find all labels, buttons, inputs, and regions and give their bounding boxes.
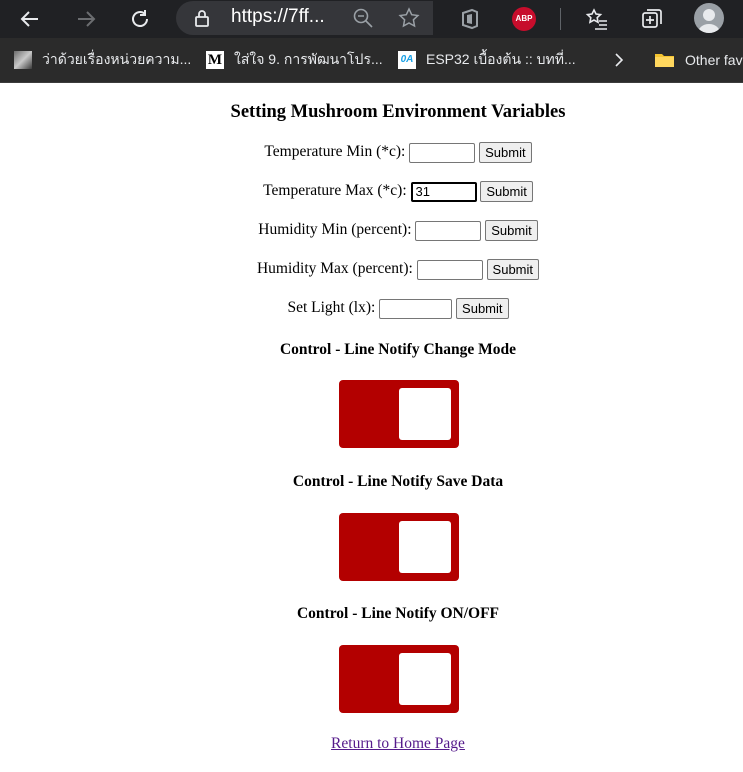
toggle-knob — [399, 521, 451, 573]
medium-logo-icon: M — [206, 51, 224, 69]
humidity-max-input[interactable] — [416, 259, 483, 280]
site-logo-icon: 0A — [398, 51, 416, 69]
humidity-min-row: Humidity Min (percent): Submit — [0, 220, 743, 241]
light-row: Set Light (lx): Submit — [0, 298, 743, 319]
page-title: Setting Mushroom Environment Variables — [230, 102, 566, 122]
toggle-knob — [399, 653, 451, 705]
adblock-icon[interactable]: ABP — [512, 7, 536, 31]
back-icon[interactable] — [14, 3, 46, 35]
collections-icon[interactable] — [636, 3, 668, 35]
bookmark-thumbnail-icon — [14, 51, 32, 69]
humidity-max-submit-button[interactable]: Submit — [486, 259, 540, 280]
notify-on-off-title: Control - Line Notify ON/OFF — [296, 605, 500, 622]
change-mode-toggle-switch[interactable] — [339, 380, 459, 448]
light-submit-button[interactable]: Submit — [456, 298, 509, 319]
temperature-min-row: Temperature Min (*c): Submit — [0, 142, 743, 163]
light-label: Set Light (lx): — [287, 299, 376, 317]
page-content: Setting Mushroom Environment Variables T… — [0, 83, 743, 772]
temperature-min-submit-button[interactable]: Submit — [479, 142, 532, 163]
bookmarks-overflow-chevron-icon[interactable] — [612, 38, 626, 82]
favorite-star-icon[interactable] — [398, 7, 420, 29]
office-extension-icon[interactable] — [454, 3, 486, 35]
change-mode-title: Control - Line Notify Change Mode — [279, 341, 517, 358]
folder-icon — [654, 52, 675, 68]
bookmarks-bar: ว่าด้วยเรื่องหน่วยความ... M ใส่ใจ 9. การ… — [0, 38, 743, 83]
profile-avatar[interactable] — [694, 3, 724, 33]
refresh-icon[interactable] — [124, 3, 156, 35]
zoom-out-icon[interactable] — [352, 7, 374, 29]
toggle-knob — [399, 388, 451, 440]
temperature-min-input[interactable] — [409, 142, 476, 163]
humidity-max-label: Humidity Max (percent): — [256, 260, 413, 278]
browser-toolbar: https://7ff... ABP — [0, 0, 743, 38]
bookmark-item[interactable]: ว่าด้วยเรื่องหน่วยความ... — [14, 38, 191, 82]
toolbar-divider — [560, 8, 561, 30]
temperature-max-submit-button[interactable]: Submit — [480, 181, 533, 202]
humidity-min-input[interactable] — [415, 220, 482, 241]
humidity-max-row: Humidity Max (percent): Submit — [0, 259, 743, 280]
temperature-min-label: Temperature Min (*c): — [264, 143, 406, 161]
address-bar[interactable]: https://7ff... — [176, 1, 433, 35]
bookmark-item[interactable]: 0A ESP32 เบื้องต้น :: บทที่... — [398, 38, 576, 82]
save-data-title: Control - Line Notify Save Data — [292, 473, 504, 490]
temperature-max-input[interactable] — [410, 181, 477, 202]
favorites-list-icon[interactable] — [581, 3, 613, 35]
bookmark-item[interactable]: M ใส่ใจ 9. การพัฒนาโปร... — [206, 38, 383, 82]
url-text[interactable]: https://7ff... — [231, 6, 325, 28]
notify-on-off-toggle-switch[interactable] — [339, 645, 459, 713]
return-home-link[interactable]: Return to Home Page — [0, 735, 743, 753]
lock-icon[interactable] — [192, 8, 212, 28]
temperature-max-label: Temperature Max (*c): — [263, 182, 407, 200]
humidity-min-label: Humidity Min (percent): — [258, 221, 412, 239]
forward-icon[interactable] — [70, 3, 102, 35]
temperature-max-row: Temperature Max (*c): Submit — [0, 181, 743, 202]
light-input[interactable] — [379, 298, 453, 319]
bookmark-folder-other[interactable]: Other fav — [654, 38, 743, 82]
humidity-min-submit-button[interactable]: Submit — [485, 220, 538, 241]
save-data-toggle-switch[interactable] — [339, 513, 459, 581]
